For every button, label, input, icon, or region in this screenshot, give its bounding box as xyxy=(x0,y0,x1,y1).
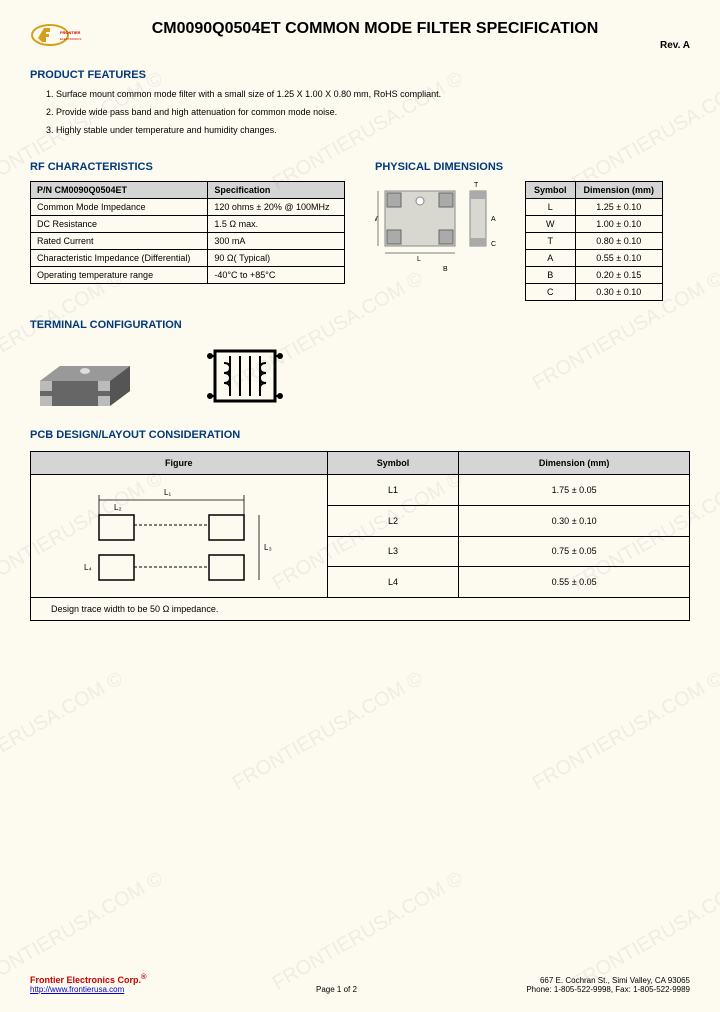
table-row: Operating temperature range-40°C to +85°… xyxy=(31,267,345,284)
physical-dimensions-diagram: L W T A C B xyxy=(375,181,515,276)
footer-address: 667 E. Cochran St., Simi Valley, CA 9306… xyxy=(540,976,690,985)
section-terminal: TERMINAL CONFIGURATION xyxy=(30,319,690,331)
footer-company: Frontier Electronics Corp.® xyxy=(30,975,147,985)
feature-item: Highly stable under temperature and humi… xyxy=(56,125,690,135)
footer-link[interactable]: http://www.frontierusa.com xyxy=(30,985,124,994)
svg-text:L₄: L₄ xyxy=(84,563,92,572)
features-list: Surface mount common mode filter with a … xyxy=(36,89,690,135)
section-physical: PHYSICAL DIMENSIONS xyxy=(375,161,690,173)
table-row: C0.30 ± 0.10 xyxy=(526,284,663,301)
page-header: FRONTIER ELECTRONICS CM0090Q0504ET COMMO… xyxy=(30,20,690,51)
table-row: Common Mode Impedance120 ohms ± 20% @ 10… xyxy=(31,199,345,216)
svg-text:W: W xyxy=(375,216,378,223)
svg-text:ELECTRONICS: ELECTRONICS xyxy=(60,37,81,41)
table-row: Characteristic Impedance (Differential)9… xyxy=(31,250,345,267)
feature-item: Surface mount common mode filter with a … xyxy=(56,89,690,99)
svg-text:FRONTIER: FRONTIER xyxy=(60,30,81,35)
rf-header-pn: P/N CM0090Q0504ET xyxy=(31,182,208,199)
svg-text:L₃: L₃ xyxy=(264,543,272,552)
page-footer: Frontier Electronics Corp.® http://www.f… xyxy=(30,972,690,994)
component-3d-icon xyxy=(30,341,150,411)
rf-header-spec: Specification xyxy=(208,182,345,199)
footer-phone: Phone: 1-805-522-9998, Fax: 1-805-522-99… xyxy=(526,985,690,994)
table-row: L1.25 ± 0.10 xyxy=(526,199,663,216)
svg-text:B: B xyxy=(443,266,448,273)
table-row: DC Resistance1.5 Ω max. xyxy=(31,216,345,233)
table-row: L₁ L₂ L₃ L₄ L11.75 ± 0.05 xyxy=(31,475,690,506)
table-row: A0.55 ± 0.10 xyxy=(526,250,663,267)
company-logo-icon: FRONTIER ELECTRONICS xyxy=(30,20,100,50)
svg-text:L₂: L₂ xyxy=(114,503,122,512)
table-row: W1.00 ± 0.10 xyxy=(526,216,663,233)
pcb-note-row: Design trace width to be 50 Ω impedance. xyxy=(31,598,690,621)
table-row: Rated Current300 mA xyxy=(31,233,345,250)
section-product-features: PRODUCT FEATURES xyxy=(30,69,690,81)
revision-label: Rev. A xyxy=(30,40,690,51)
svg-text:L₁: L₁ xyxy=(164,488,171,497)
dimensions-table: SymbolDimension (mm) L1.25 ± 0.10 W1.00 … xyxy=(525,181,663,301)
schematic-icon xyxy=(200,341,290,411)
svg-text:L: L xyxy=(417,256,421,263)
table-row: T0.80 ± 0.10 xyxy=(526,233,663,250)
svg-text:A: A xyxy=(491,216,496,223)
document-title: CM0090Q0504ET COMMON MODE FILTER SPECIFI… xyxy=(60,20,690,38)
pcb-figure-cell: L₁ L₂ L₃ L₄ xyxy=(31,475,328,598)
footer-page: Page 1 of 2 xyxy=(316,985,357,994)
section-pcb: PCB DESIGN/LAYOUT CONSIDERATION xyxy=(30,429,690,441)
table-row: B0.20 ± 0.15 xyxy=(526,267,663,284)
pcb-layout-diagram: L₁ L₂ L₃ L₄ xyxy=(59,480,299,590)
svg-text:C: C xyxy=(491,241,496,248)
pcb-layout-table: Figure Symbol Dimension (mm) L₁ L₂ L₃ L₄ xyxy=(30,451,690,621)
rf-characteristics-table: P/N CM0090Q0504ET Specification Common M… xyxy=(30,181,345,284)
section-rf: RF CHARACTERISTICS xyxy=(30,161,345,173)
svg-text:T: T xyxy=(474,182,479,189)
feature-item: Provide wide pass band and high attenuat… xyxy=(56,107,690,117)
